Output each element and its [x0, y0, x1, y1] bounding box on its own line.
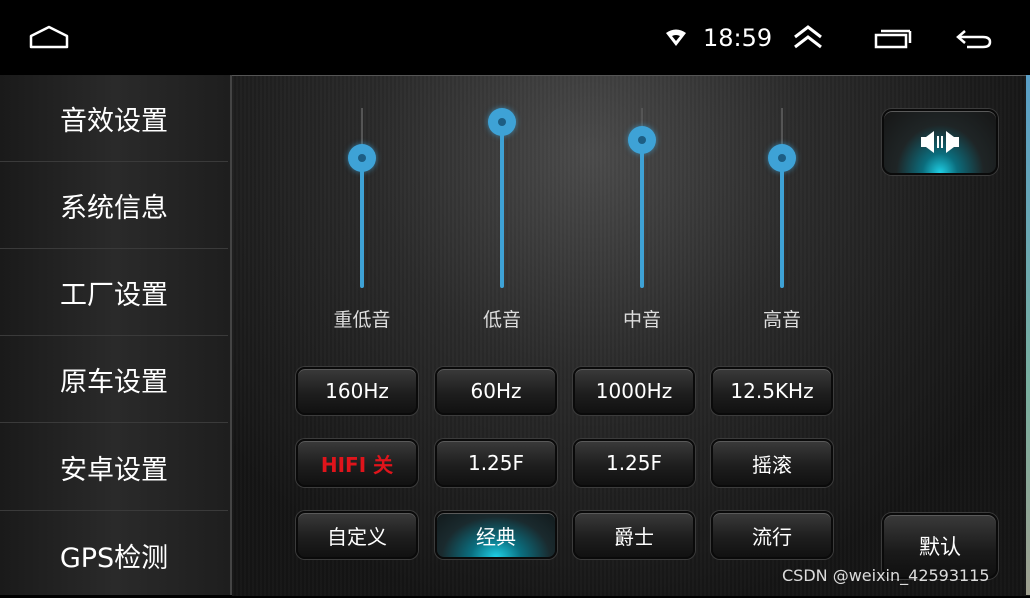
preset-custom-button[interactable]: 自定义 [296, 511, 418, 559]
sidebar-item-car-settings[interactable]: 原车设置 [0, 336, 228, 423]
clock: 18:59 [703, 24, 773, 52]
freq-60hz-button[interactable]: 60Hz [435, 367, 557, 415]
recent-apps-icon[interactable] [874, 28, 912, 50]
sidebar-item-android-settings[interactable]: 安卓设置 [0, 424, 228, 511]
eq-slider-fill [780, 158, 784, 288]
eq-slider-fill [500, 122, 504, 288]
eq-slider-knob[interactable] [628, 126, 656, 155]
preset-jazz-button[interactable]: 爵士 [573, 511, 695, 559]
preset-classic-button[interactable]: 经典 [435, 511, 557, 559]
eq-slider-fill [360, 158, 364, 288]
sidebar-item-gps-check[interactable]: GPS检测 [0, 512, 228, 598]
eq-band-label: 中音 [622, 309, 661, 331]
freq-1000hz-button[interactable]: 1000Hz [573, 367, 695, 415]
chevron-up-icon[interactable] [792, 24, 824, 50]
eq-slider-fill [640, 140, 644, 288]
status-bar: 18:59 [0, 0, 1030, 75]
eq-band-label: 低音 [482, 309, 521, 331]
freq-12-5khz-button[interactable]: 12.5KHz [711, 367, 833, 415]
eq-slider-knob[interactable] [488, 108, 516, 137]
speaker-balance-icon [921, 131, 959, 153]
sound-field-button[interactable] [882, 109, 998, 175]
eq-band-label: 重低音 [333, 309, 391, 331]
sidebar-item-sound-settings[interactable]: 音效设置 [0, 75, 228, 162]
hifi-toggle-button[interactable]: HIFI 关 [296, 439, 418, 487]
window-edge [1026, 75, 1030, 595]
freq-160hz-button[interactable]: 160Hz [296, 367, 418, 415]
preset-pop-button[interactable]: 流行 [711, 511, 833, 559]
back-icon[interactable] [955, 27, 993, 51]
q-factor-button[interactable]: 1.25F [435, 439, 557, 487]
settings-sidebar: 音效设置 系统信息 工厂设置 原车设置 安卓设置 GPS检测 [0, 75, 232, 595]
q-factor-button[interactable]: 1.25F [573, 439, 695, 487]
home-icon[interactable] [28, 24, 70, 50]
sidebar-item-factory-settings[interactable]: 工厂设置 [0, 249, 228, 336]
wifi-icon [666, 29, 686, 46]
preset-rock-button[interactable]: 摇滚 [711, 439, 833, 487]
eq-band-label: 高音 [762, 309, 801, 331]
equalizer-panel: 重低音 低音 中音 高音 160Hz 60Hz 1000Hz 12.5KHz HIFI… [232, 75, 1030, 596]
watermark: CSDN @weixin_42593115 [782, 566, 990, 585]
eq-slider-knob[interactable] [348, 144, 376, 173]
sidebar-item-system-info[interactable]: 系统信息 [0, 162, 228, 249]
eq-slider-knob[interactable] [768, 144, 796, 173]
